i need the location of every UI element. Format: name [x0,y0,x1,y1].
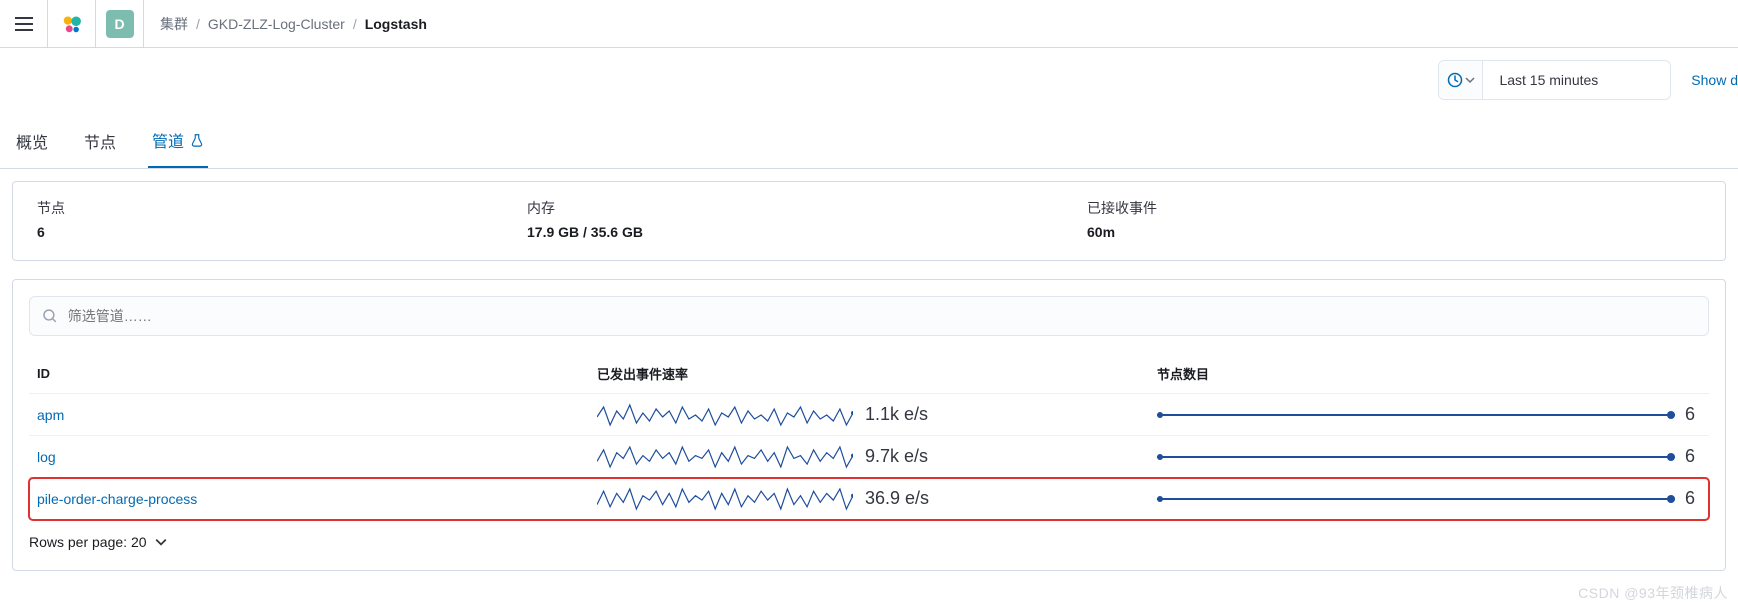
chevron-down-icon [155,536,167,548]
pipeline-link[interactable]: log [37,449,56,465]
sparkline [597,445,853,469]
beaker-icon [190,133,204,147]
chevron-down-icon [1465,75,1475,85]
elastic-logo[interactable] [48,0,96,48]
summary-memory-label: 内存 [527,198,1087,218]
watermark: CSDN @93年颈椎病人 [1578,583,1728,603]
tab-pipelines-label: 管道 [152,128,184,152]
menu-button[interactable] [0,0,48,48]
summary-events-label: 已接收事件 [1087,198,1701,218]
th-id[interactable]: ID [29,354,589,394]
table-row: pile-order-charge-process 36.9 e/s 6 [29,478,1709,520]
rate-value: 1.1k e/s [865,404,928,425]
pipeline-link[interactable]: apm [37,407,64,423]
time-picker[interactable]: Last 15 minutes [1438,60,1671,100]
th-nodes[interactable]: 节点数目 [1149,354,1709,394]
node-count-value: 6 [1685,404,1701,425]
breadcrumb: 集群 / GKD-ZLZ-Log-Cluster / Logstash [144,14,427,34]
table-row: apm 1.1k e/s 6 [29,394,1709,436]
summary-events-value: 60m [1087,224,1701,240]
breadcrumb-current: Logstash [365,16,427,32]
tab-overview[interactable]: 概览 [12,118,52,168]
rows-per-page-label: Rows per page: 20 [29,534,147,550]
tab-nodes[interactable]: 节点 [80,118,120,168]
sparkline [597,403,853,427]
rate-value: 36.9 e/s [865,488,929,509]
node-count-value: 6 [1685,446,1701,467]
time-picker-quick-button[interactable] [1439,61,1483,99]
sparkline [597,487,853,511]
summary-nodes-value: 6 [37,224,527,240]
tab-pipelines[interactable]: 管道 [148,118,208,168]
summary-panel: 节点 6 内存 17.9 GB / 35.6 GB 已接收事件 60m [12,181,1726,261]
pipelines-table: ID 已发出事件速率 节点数目 apm 1.1k e/s 6 log 9.7k e/s 6… [29,354,1709,520]
node-count-bar [1157,410,1675,420]
search-input[interactable] [68,308,1696,324]
clock-icon [1447,72,1463,88]
tabs: 概览 节点 管道 [0,118,1738,169]
pipeline-link[interactable]: pile-order-charge-process [37,491,197,507]
node-count-bar [1157,452,1675,462]
node-count-value: 6 [1685,488,1701,509]
summary-nodes-label: 节点 [37,198,527,218]
th-rate[interactable]: 已发出事件速率 [589,354,1149,394]
time-picker-label[interactable]: Last 15 minutes [1483,72,1670,88]
search-input-wrapper[interactable] [29,296,1709,336]
action-row: Last 15 minutes Show d [0,48,1738,112]
breadcrumb-cluster[interactable]: GKD-ZLZ-Log-Cluster [208,16,345,32]
rows-per-page[interactable]: Rows per page: 20 [29,534,1709,550]
breadcrumb-sep: / [196,16,200,32]
logo-icon [61,13,83,35]
rate-value: 9.7k e/s [865,446,928,467]
pipelines-panel: ID 已发出事件速率 节点数目 apm 1.1k e/s 6 log 9.7k e/s 6… [12,279,1726,571]
summary-memory-value: 17.9 GB / 35.6 GB [527,224,1087,240]
breadcrumb-root[interactable]: 集群 [160,14,188,34]
space-badge-letter: D [106,10,134,38]
search-icon [42,308,58,324]
table-row: log 9.7k e/s 6 [29,436,1709,478]
node-count-bar [1157,494,1675,504]
top-bar: D 集群 / GKD-ZLZ-Log-Cluster / Logstash [0,0,1738,48]
show-dates-link[interactable]: Show d [1683,72,1738,88]
space-selector[interactable]: D [96,0,144,48]
hamburger-icon [15,17,33,31]
breadcrumb-sep: / [353,16,357,32]
